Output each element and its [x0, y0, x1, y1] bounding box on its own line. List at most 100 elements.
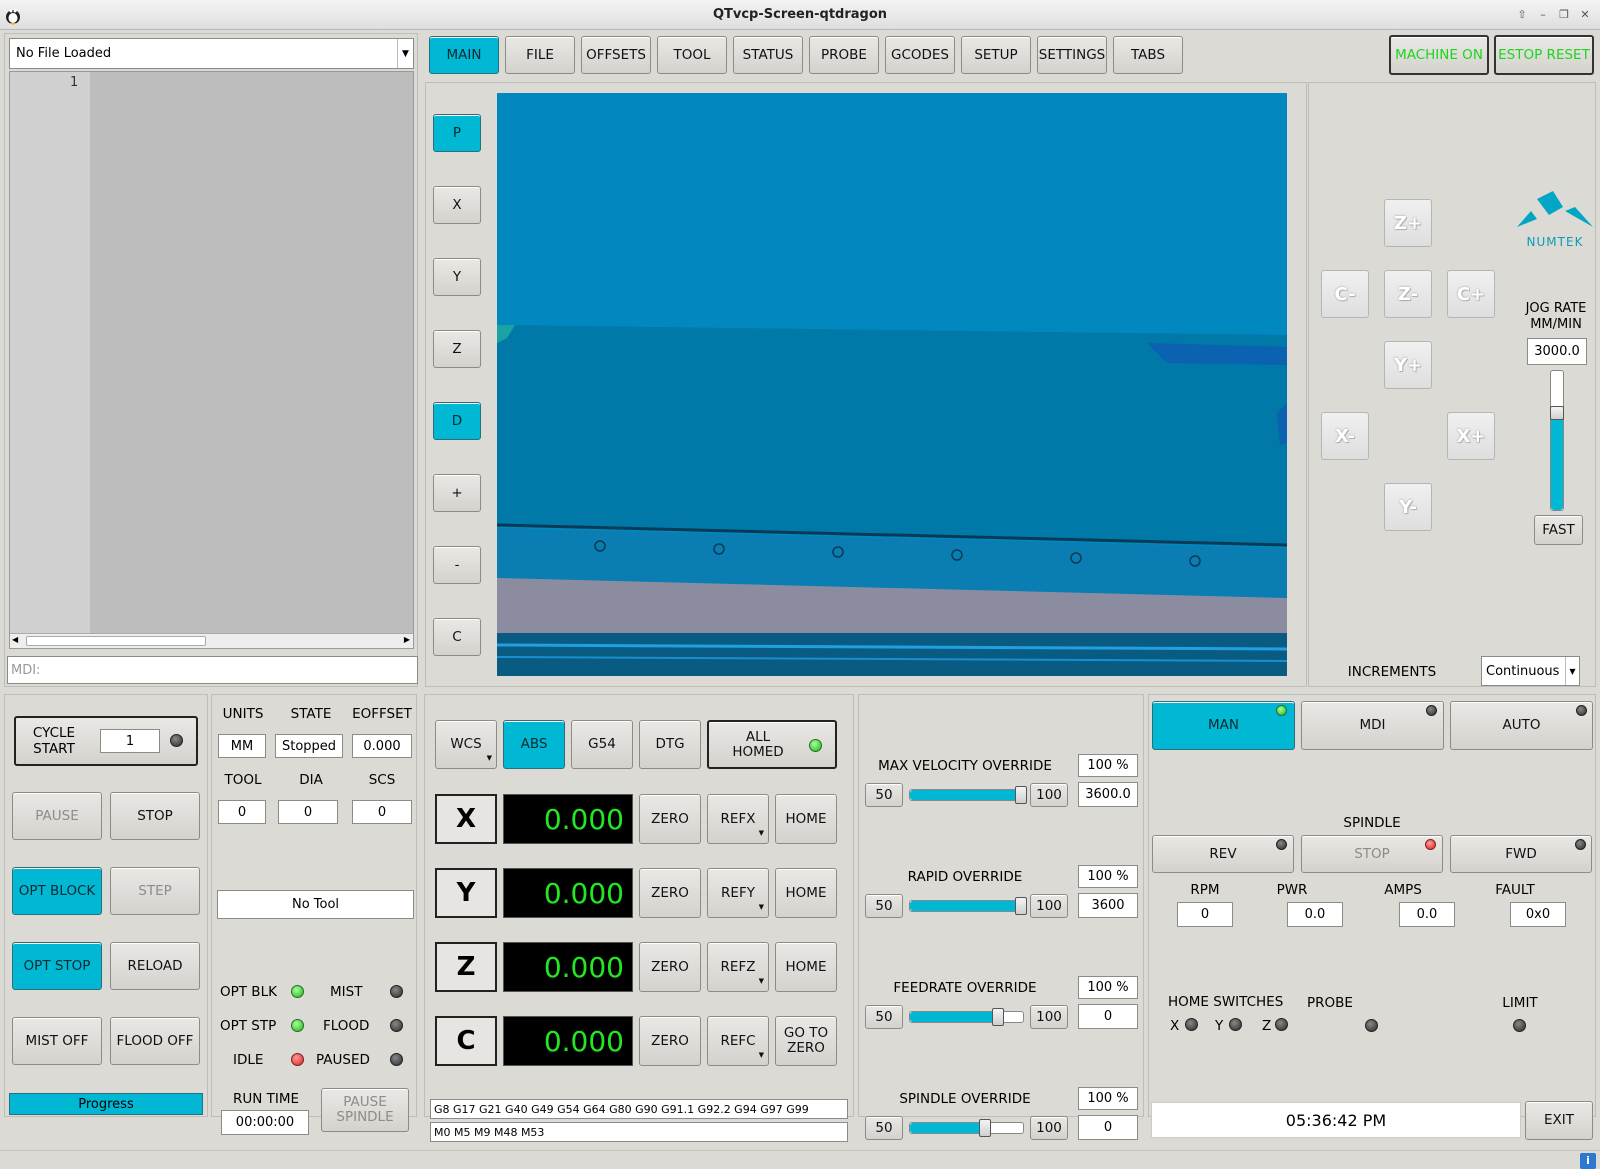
max-velocity-override-max-button[interactable]: 100: [1030, 783, 1068, 807]
mdi-mode-button[interactable]: MDI: [1301, 701, 1444, 750]
feedrate-override-max-button[interactable]: 100: [1030, 1005, 1068, 1029]
max-velocity-override-slider[interactable]: [909, 786, 1027, 804]
view-dimensions-button[interactable]: D: [433, 402, 481, 440]
view-clear-button[interactable]: C: [433, 618, 481, 656]
pause-button[interactable]: PAUSE: [12, 792, 102, 840]
jog-rate-slider[interactable]: [1550, 370, 1564, 511]
tab-main[interactable]: MAIN: [429, 36, 499, 74]
man-mode-button[interactable]: MAN: [1152, 701, 1295, 750]
rapid-override-min-button[interactable]: 50: [865, 894, 903, 918]
fast-button[interactable]: FAST: [1534, 515, 1583, 545]
auto-mode-button[interactable]: AUTO: [1450, 701, 1593, 750]
spindle-rev-button[interactable]: REV: [1152, 835, 1294, 873]
info-icon[interactable]: i: [1580, 1153, 1596, 1169]
dtg-button[interactable]: DTG: [639, 720, 701, 769]
axis-y-home-button[interactable]: HOME: [775, 868, 837, 918]
tab-offsets[interactable]: OFFSETS: [581, 36, 651, 74]
chevron-down-icon[interactable]: ▼: [1565, 657, 1579, 685]
tab-settings[interactable]: SETTINGS: [1037, 36, 1107, 74]
axis-c-label[interactable]: C: [435, 1016, 497, 1066]
opt-block-button[interactable]: OPT BLOCK: [12, 867, 102, 915]
axis-x-home-button[interactable]: HOME: [775, 794, 837, 844]
opt-stop-button[interactable]: OPT STOP: [12, 942, 102, 990]
mdi-input[interactable]: MDI:: [7, 656, 418, 684]
rapid-override-knob[interactable]: [1015, 897, 1027, 915]
max-velocity-override-min-button[interactable]: 50: [865, 783, 903, 807]
rapid-override-slider[interactable]: [909, 897, 1027, 915]
scroll-thumb[interactable]: [26, 636, 206, 646]
jog-x-plus-button[interactable]: X+: [1447, 412, 1495, 460]
jog-c-minus-button[interactable]: C-: [1321, 270, 1369, 318]
axis-x-label[interactable]: X: [435, 794, 497, 844]
chevron-down-icon[interactable]: ▼: [397, 39, 413, 68]
estop-reset-button[interactable]: ESTOP RESET: [1494, 35, 1594, 75]
jog-z-plus-button[interactable]: Z+: [1384, 199, 1432, 247]
machine-on-button[interactable]: MACHINE ON: [1389, 35, 1489, 75]
tab-tabs[interactable]: TABS: [1113, 36, 1183, 74]
spindle-override-min-button[interactable]: 50: [865, 1116, 903, 1140]
g54-button[interactable]: G54: [571, 720, 633, 769]
rapid-override-max-button[interactable]: 100: [1030, 894, 1068, 918]
axis-c-zero-button[interactable]: ZERO: [639, 1016, 701, 1066]
gcode-preview[interactable]: [497, 93, 1287, 676]
jog-rate-field[interactable]: 3000.0: [1527, 338, 1587, 365]
stop-button[interactable]: STOP: [110, 792, 200, 840]
window-close-icon[interactable]: ✕: [1577, 7, 1593, 23]
jog-y-plus-button[interactable]: Y+: [1384, 341, 1432, 389]
tab-gcodes[interactable]: GCODES: [885, 36, 955, 74]
spindle-override-max-button[interactable]: 100: [1030, 1116, 1068, 1140]
jog-c-plus-button[interactable]: C+: [1447, 270, 1495, 318]
axis-x-ref-button[interactable]: REFX ▼: [707, 794, 769, 844]
jog-x-minus-button[interactable]: X-: [1321, 412, 1369, 460]
tab-probe[interactable]: PROBE: [809, 36, 879, 74]
axis-x-zero-button[interactable]: ZERO: [639, 794, 701, 844]
pause-spindle-button[interactable]: PAUSE SPINDLE: [321, 1088, 409, 1132]
axis-z-label[interactable]: Z: [435, 942, 497, 992]
spindle-override-knob[interactable]: [978, 1119, 991, 1137]
flood-off-button[interactable]: FLOOD OFF: [110, 1017, 200, 1065]
jog-z-minus-button[interactable]: Z-: [1384, 270, 1432, 318]
axis-c-home-button[interactable]: GO TO ZERO: [775, 1016, 837, 1066]
cycle-count-field[interactable]: 1: [100, 729, 160, 753]
increments-select[interactable]: Continuous ▼: [1481, 656, 1580, 686]
step-button[interactable]: STEP: [110, 867, 200, 915]
axis-z-zero-button[interactable]: ZERO: [639, 942, 701, 992]
feedrate-override-slider[interactable]: [909, 1008, 1024, 1026]
spindle-fwd-button[interactable]: FWD: [1450, 835, 1592, 873]
view-zoom-out-button[interactable]: -: [433, 546, 481, 584]
axis-y-ref-button[interactable]: REFY ▼: [707, 868, 769, 918]
jog-rate-knob[interactable]: [1550, 405, 1564, 420]
jog-y-minus-button[interactable]: Y-: [1384, 483, 1432, 531]
window-minimize-icon[interactable]: –: [1535, 7, 1551, 23]
scroll-left-icon[interactable]: ◀: [12, 635, 18, 644]
tab-tool[interactable]: TOOL: [657, 36, 727, 74]
feedrate-override-knob[interactable]: [992, 1008, 1005, 1026]
view-y-button[interactable]: Y: [433, 258, 481, 296]
abs-button[interactable]: ABS: [503, 720, 565, 769]
axis-z-ref-button[interactable]: REFZ ▼: [707, 942, 769, 992]
tab-file[interactable]: FILE: [505, 36, 575, 74]
axis-z-home-button[interactable]: HOME: [775, 942, 837, 992]
tab-setup[interactable]: SETUP: [961, 36, 1031, 74]
view-x-button[interactable]: X: [433, 186, 481, 224]
reload-button[interactable]: RELOAD: [110, 942, 200, 990]
axis-y-label[interactable]: Y: [435, 868, 497, 918]
exit-button[interactable]: EXIT: [1525, 1101, 1593, 1140]
tab-status[interactable]: STATUS: [733, 36, 803, 74]
wcs-button[interactable]: WCS ▼: [435, 720, 497, 769]
file-selector[interactable]: No File Loaded ▼: [9, 38, 414, 69]
gcode-editor[interactable]: 1 ◀ ▶: [9, 71, 414, 649]
view-perspective-button[interactable]: P: [433, 114, 481, 152]
view-zoom-in-button[interactable]: +: [433, 474, 481, 512]
window-up-icon[interactable]: ⇧: [1514, 7, 1530, 23]
max-velocity-override-knob[interactable]: [1015, 786, 1027, 804]
horizontal-scrollbar[interactable]: ◀ ▶: [10, 633, 413, 648]
spindle-stop-button[interactable]: STOP: [1301, 835, 1443, 873]
view-z-button[interactable]: Z: [433, 330, 481, 368]
spindle-override-slider[interactable]: [909, 1119, 1024, 1137]
axis-y-zero-button[interactable]: ZERO: [639, 868, 701, 918]
cycle-start-button[interactable]: CYCLE START: [22, 725, 86, 757]
window-maximize-icon[interactable]: ❐: [1556, 7, 1572, 23]
mist-off-button[interactable]: MIST OFF: [12, 1017, 102, 1065]
feedrate-override-min-button[interactable]: 50: [865, 1005, 903, 1029]
